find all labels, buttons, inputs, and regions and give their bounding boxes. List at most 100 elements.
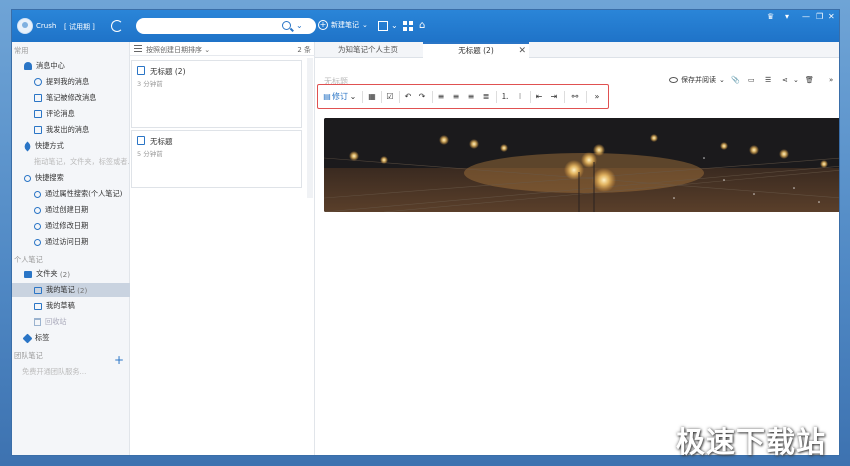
team-service-link[interactable]: 免费开通团队服务... <box>12 365 130 379</box>
history-icon[interactable]: ☰ <box>765 76 771 84</box>
indent-icon[interactable]: ⇥ <box>549 91 559 103</box>
sidebar-item-my-notes[interactable]: 我的笔记 (2) <box>12 283 130 297</box>
sidebar-item-search-created[interactable]: 通过创建日期 <box>12 203 130 217</box>
chevron-down-icon[interactable]: ⌄ <box>349 91 357 103</box>
note-count: 2 条 <box>297 46 311 54</box>
share-icon[interactable]: ⋖ <box>782 76 788 84</box>
maximize-button[interactable]: ❐ <box>816 12 823 21</box>
divider <box>564 91 565 103</box>
comment-icon[interactable]: ▭ <box>748 76 755 84</box>
new-note-button[interactable]: + 新建笔记 ⌄ <box>318 20 368 30</box>
ordered-list-icon[interactable]: ⒈ <box>500 91 510 103</box>
note-title: 无标题 (2) <box>150 67 186 76</box>
search-icon <box>24 174 31 182</box>
sidebar-section-personal: 个人笔记 <box>14 255 43 264</box>
more-tools-icon[interactable]: » <box>592 91 602 103</box>
redo-icon[interactable]: ↷ <box>417 91 427 103</box>
table-icon[interactable]: ▦ <box>367 91 377 103</box>
align-left-icon[interactable]: ≡ <box>436 91 446 103</box>
chevron-down-icon[interactable]: ⌄ <box>793 76 799 84</box>
unordered-list-icon[interactable]: ⁝ <box>515 91 525 103</box>
account-type-badge: [ 试用期 ] <box>64 23 95 31</box>
sidebar-item-count: (2) <box>77 285 88 295</box>
search-icon <box>34 190 41 198</box>
divider <box>399 91 400 103</box>
window-mode-icon[interactable] <box>378 21 388 31</box>
sidebar-item-label: 我发出的消息 <box>46 125 90 134</box>
title-bar: Crush [ 试用期 ] ⌄ + 新建笔记 ⌄ ⌄ ⌂ ♛ ▾ — ❐ ✕ <box>12 10 839 42</box>
sync-icon[interactable] <box>111 20 123 32</box>
sidebar-item-search-attr[interactable]: 通过属性搜索(个人笔记) <box>12 187 130 201</box>
eye-icon <box>669 77 678 83</box>
sort-dropdown[interactable]: 按照创建日期排序 ⌄ <box>146 45 210 55</box>
chevron-down-icon[interactable]: ⌄ <box>719 76 725 84</box>
sidebar-item-comments[interactable]: 评论消息 <box>12 107 130 121</box>
sidebar-item-sent-msgs[interactable]: 我发出的消息 <box>12 123 130 137</box>
divider <box>530 91 531 103</box>
avatar[interactable] <box>17 18 33 34</box>
search-icon <box>34 222 41 230</box>
menu-icon[interactable]: ▾ <box>785 12 789 21</box>
sidebar: 常用 消息中心 提到我的消息 笔记被修改消息 评论消息 我发出的消息 快捷方式 … <box>12 42 134 455</box>
checkbox-icon[interactable]: ☑ <box>385 91 395 103</box>
tag-icon <box>22 333 33 343</box>
divider <box>496 91 497 103</box>
tab-bar: 为知笔记个人主页 无标题 (2) ✕ <box>315 42 839 58</box>
folder-icon <box>24 270 32 278</box>
sidebar-item-search-modified[interactable]: 通过修改日期 <box>12 219 130 233</box>
save-and-read-button[interactable]: 保存并阅读 ⌄ <box>669 75 725 85</box>
scrollbar[interactable] <box>307 58 313 198</box>
close-icon[interactable]: ✕ <box>518 44 526 58</box>
tab-untitled[interactable]: 无标题 (2) ✕ <box>423 42 529 58</box>
watermark: 极速下载站 <box>676 425 827 459</box>
tab-homepage[interactable]: 为知笔记个人主页 <box>315 42 421 58</box>
list-item[interactable]: 无标题 (2) 3 分钟前 <box>131 60 302 128</box>
trash-icon[interactable]: 🗑 <box>805 76 814 84</box>
list-item[interactable]: 无标题 5 分钟前 <box>131 130 302 188</box>
search-dropdown-icon[interactable]: ⌄ <box>296 21 303 30</box>
user-name[interactable]: Crush <box>36 22 56 30</box>
sidebar-item-quick-search[interactable]: 快捷搜索 <box>12 171 130 185</box>
editor-pane: 为知笔记个人主页 无标题 (2) ✕ 无标题 保存并阅读 ⌄ 📎 ▭ ☰ ⋖ ⌄… <box>315 42 839 455</box>
align-center-icon[interactable]: ≡ <box>451 91 461 103</box>
add-team-icon[interactable]: + <box>114 354 124 366</box>
comment-icon <box>34 110 42 118</box>
chevron-down-icon[interactable]: ⌄ <box>362 21 368 29</box>
undo-icon[interactable]: ↶ <box>403 91 413 103</box>
attachment-icon[interactable]: 📎 <box>731 76 740 84</box>
sidebar-item-my-drafts[interactable]: 我的草稿 <box>12 299 130 313</box>
sidebar-item-label: 通过访问日期 <box>45 237 89 246</box>
minimize-button[interactable]: — <box>802 12 810 21</box>
sidebar-item-modified-msgs[interactable]: 笔记被修改消息 <box>12 91 130 105</box>
sidebar-item-folders[interactable]: 文件夹 (2) <box>12 267 130 281</box>
sidebar-item-tags[interactable]: 标签 <box>12 331 130 345</box>
home-icon[interactable]: ⌂ <box>419 20 425 32</box>
sidebar-item-messages[interactable]: 消息中心 <box>12 59 130 73</box>
trash-icon <box>34 318 41 326</box>
chevron-down-icon[interactable]: ⌄ <box>391 20 398 32</box>
sidebar-item-mentions[interactable]: 提到我的消息 <box>12 75 130 89</box>
search-icon[interactable] <box>282 21 291 30</box>
revise-button[interactable]: 修订 <box>332 91 348 103</box>
note-icon <box>137 136 145 145</box>
sidebar-item-count: (2) <box>59 269 71 279</box>
sidebar-item-shortcuts[interactable]: 快捷方式 <box>12 139 130 153</box>
note-time: 5 分钟前 <box>137 150 163 158</box>
more-icon[interactable]: » <box>829 76 833 84</box>
align-right-icon[interactable]: ≡ <box>466 91 476 103</box>
tab-label: 无标题 (2) <box>458 46 494 55</box>
grid-icon[interactable] <box>403 21 413 31</box>
outdent-icon[interactable]: ⇤ <box>534 91 544 103</box>
search-icon <box>34 238 41 246</box>
align-justify-icon[interactable]: ≣ <box>481 91 491 103</box>
menu-icon[interactable] <box>134 45 142 52</box>
sidebar-item-label: 消息中心 <box>36 61 65 70</box>
sidebar-item-search-visited[interactable]: 通过访问日期 <box>12 235 130 249</box>
find-replace-icon[interactable]: ⚯ <box>569 91 581 103</box>
divider <box>432 91 433 103</box>
divider <box>362 91 363 103</box>
close-button[interactable]: ✕ <box>828 12 835 21</box>
sidebar-item-recycle-bin[interactable]: 回收站 <box>12 315 130 329</box>
sidebar-item-label: 笔记被修改消息 <box>46 93 97 102</box>
skin-icon[interactable]: ♛ <box>767 12 774 21</box>
